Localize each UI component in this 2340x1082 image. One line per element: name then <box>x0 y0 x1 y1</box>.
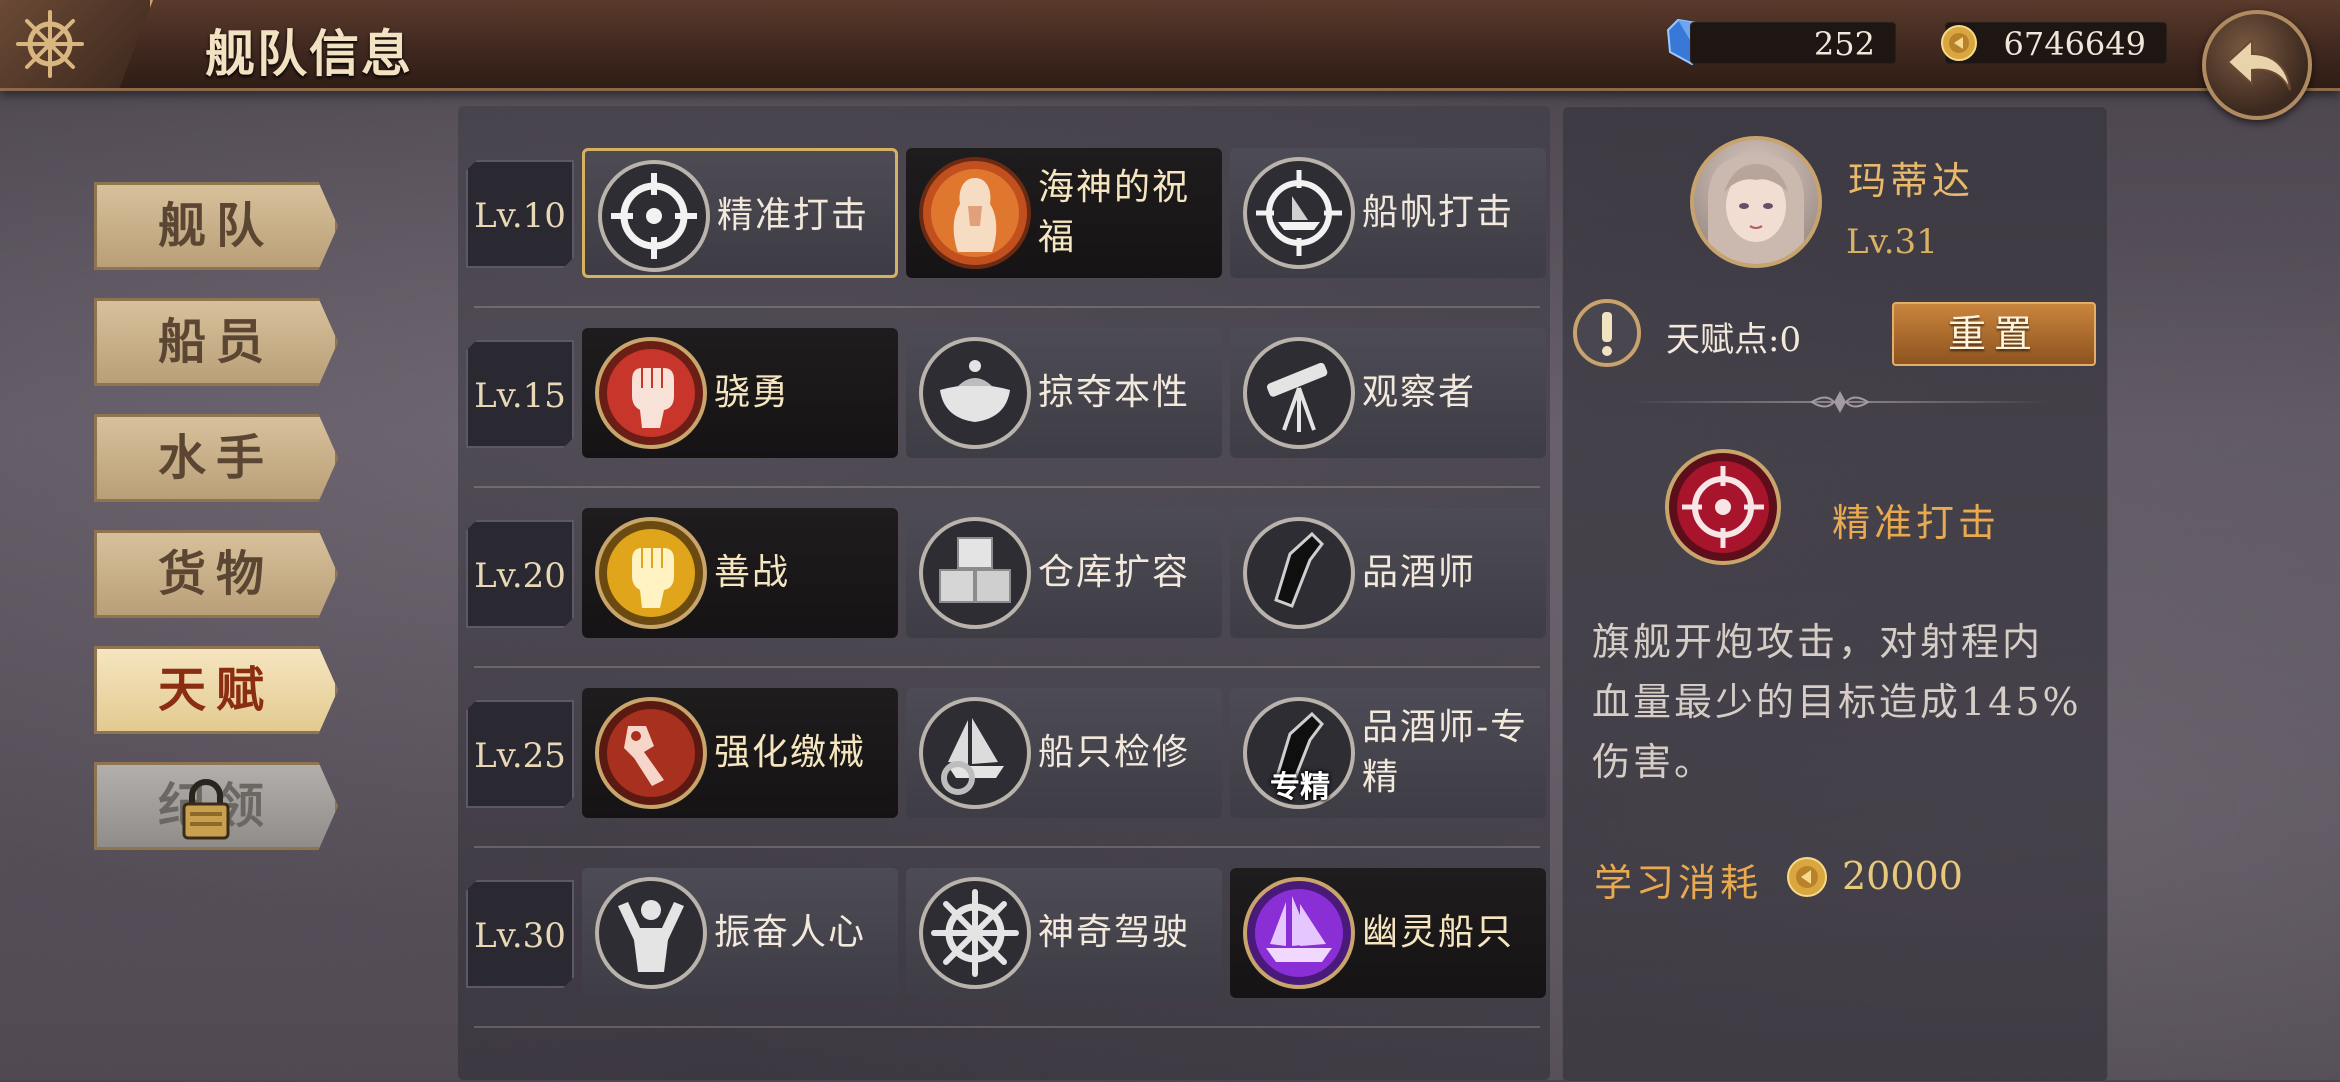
captain-name: 玛蒂达 <box>1848 159 1975 203</box>
loot-bowl-icon <box>919 337 1031 449</box>
ghost-ship-icon <box>1243 877 1355 989</box>
skill-warlike[interactable]: 善战 <box>582 508 898 638</box>
skill-label: 观察者 <box>1362 372 1477 413</box>
sidebar-item-cargo[interactable]: 货物 <box>94 530 338 618</box>
captain-avatar[interactable] <box>1690 136 1822 268</box>
level-badge: Lv.30 <box>466 880 574 988</box>
level-badge: Lv.25 <box>466 700 574 808</box>
sidebar-item-fleet[interactable]: 舰队 <box>94 182 338 270</box>
skill-miraculous-steering[interactable]: 神奇驾驶 <box>906 868 1222 998</box>
talent-points: 天赋点:0 <box>1666 320 1802 360</box>
skill-label: 幽灵船只 <box>1362 912 1515 953</box>
row-divider <box>474 666 1540 668</box>
coin-count: 6746649 <box>1945 22 2167 64</box>
selected-skill-name: 精准打击 <box>1832 501 2001 545</box>
inspire-icon <box>595 877 707 989</box>
cost-label: 学习消耗 <box>1594 861 1763 905</box>
gem-count: 252 <box>1690 22 1896 64</box>
sidebar-item-talent[interactable]: 天赋 <box>94 646 338 734</box>
level-badge: Lv.10 <box>466 160 574 268</box>
skill-sommelier-specialty[interactable]: 专精 品酒师-专精 <box>1230 688 1546 818</box>
sea-god-icon <box>919 157 1031 269</box>
back-arrow-icon <box>2226 37 2291 91</box>
cost-value: 20000 <box>1842 854 1963 898</box>
skill-label: 品酒师 <box>1362 552 1477 593</box>
captain-portrait-icon <box>1708 154 1804 264</box>
red-fist-icon <box>595 337 707 449</box>
sidebar-item-crew[interactable]: 船员 <box>94 298 338 386</box>
specialty-badge: 专精 <box>1270 770 1330 805</box>
page-title: 舰队信息 <box>205 24 413 83</box>
divider-ornament-icon <box>1810 391 1870 413</box>
skill-sommelier[interactable]: 品酒师 <box>1230 508 1546 638</box>
detail-panel <box>1562 106 2108 1082</box>
coin-icon <box>1941 25 1977 61</box>
skill-label: 精准打击 <box>717 195 870 236</box>
row-divider <box>474 1026 1540 1028</box>
skill-label: 品酒师-专精 <box>1362 707 1529 798</box>
telescope-icon <box>1243 337 1355 449</box>
skill-label: 善战 <box>714 552 791 593</box>
row-divider <box>474 846 1540 848</box>
row-divider <box>474 486 1540 488</box>
skill-description: 旗舰开炮攻击，对射程内血量最少的目标造成145%伤害。 <box>1592 620 2082 784</box>
broken-blade-icon <box>595 697 707 809</box>
wine-bottle-icon <box>1243 517 1355 629</box>
sail-target-icon <box>1243 157 1355 269</box>
sidebar-item-sailors[interactable]: 水手 <box>94 414 338 502</box>
ship-gear-icon <box>919 697 1031 809</box>
ship-wheel-icon <box>16 10 84 78</box>
skill-precision-strike[interactable]: 精准打击 <box>582 148 898 278</box>
skill-label: 振奋人心 <box>714 912 867 953</box>
skill-label: 海神的祝福 <box>1038 167 1191 258</box>
skill-ghost-ship[interactable]: 幽灵船只 <box>1230 868 1546 998</box>
skill-valor[interactable]: 骁勇 <box>582 328 898 458</box>
coin-icon <box>1787 857 1827 897</box>
skill-sail-strike[interactable]: 船帆打击 <box>1230 148 1546 278</box>
crates-icon <box>919 517 1031 629</box>
selected-skill-crosshair-icon <box>1665 449 1781 565</box>
level-badge: Lv.20 <box>466 520 574 628</box>
gold-fist-icon <box>595 517 707 629</box>
level-badge: Lv.15 <box>466 340 574 448</box>
info-exclamation-icon[interactable] <box>1572 298 1642 368</box>
skill-label: 船帆打击 <box>1362 192 1515 233</box>
skill-inspire[interactable]: 振奋人心 <box>582 868 898 998</box>
skill-sea-god-blessing[interactable]: 海神的祝福 <box>906 148 1222 278</box>
skill-label: 掠夺本性 <box>1038 372 1191 413</box>
skill-observer[interactable]: 观察者 <box>1230 328 1546 458</box>
skill-plunder-nature[interactable]: 掠夺本性 <box>906 328 1222 458</box>
back-button[interactable] <box>2202 10 2312 120</box>
row-divider <box>474 306 1540 308</box>
captain-level: Lv.31 <box>1846 222 1938 262</box>
skill-ship-repair[interactable]: 船只检修 <box>906 688 1222 818</box>
skill-enhanced-disarm[interactable]: 强化缴械 <box>582 688 898 818</box>
crosshair-icon <box>598 160 710 272</box>
skill-label: 强化缴械 <box>714 732 867 773</box>
skill-label: 神奇驾驶 <box>1038 912 1191 953</box>
skill-label: 骁勇 <box>714 372 791 413</box>
skill-warehouse-expansion[interactable]: 仓库扩容 <box>906 508 1222 638</box>
skill-label: 船只检修 <box>1038 732 1191 773</box>
helm-icon <box>919 877 1031 989</box>
skill-label: 仓库扩容 <box>1038 552 1191 593</box>
lock-icon <box>182 779 230 840</box>
reset-button[interactable]: 重置 <box>1892 302 2096 366</box>
